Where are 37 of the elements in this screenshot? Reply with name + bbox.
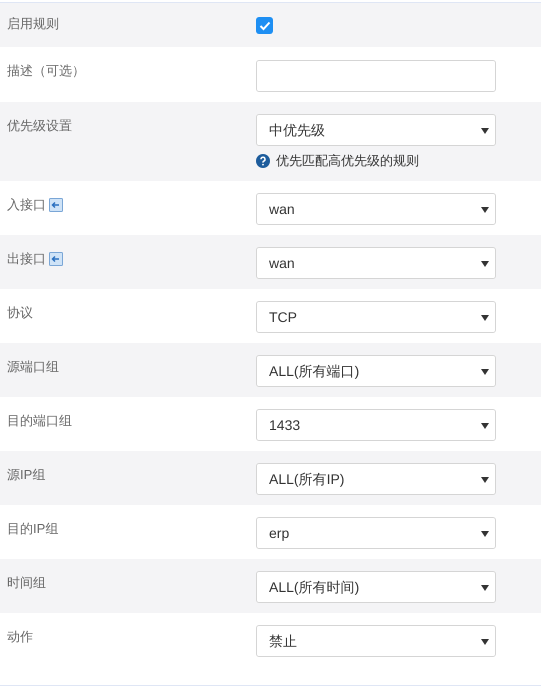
caret-icon: [481, 639, 489, 645]
dropdown[interactable]: erp: [256, 517, 496, 549]
field-label: 描述（可选）: [7, 62, 85, 80]
field-label: 源端口组: [7, 358, 59, 376]
help-icon: [256, 154, 270, 168]
dropdown[interactable]: wan: [256, 247, 496, 279]
field-label: 入接口: [7, 196, 46, 214]
dropdown[interactable]: ALL(所有IP): [256, 463, 496, 495]
field-label: 优先级设置: [7, 117, 72, 135]
field-label: 出接口: [7, 250, 46, 268]
field-label: 协议: [7, 304, 33, 322]
field-label: 目的端口组: [7, 412, 72, 430]
caret-icon: [481, 585, 489, 591]
text-input[interactable]: [256, 60, 496, 92]
caret-icon: [481, 315, 489, 321]
dropdown[interactable]: ALL(所有端口): [256, 355, 496, 387]
caret-icon: [481, 531, 489, 537]
field-label: 源IP组: [7, 466, 46, 484]
dropdown[interactable]: 1433: [256, 409, 496, 441]
dropdown[interactable]: wan: [256, 193, 496, 225]
dropdown[interactable]: 禁止: [256, 625, 496, 657]
caret-icon: [481, 477, 489, 483]
caret-icon: [481, 369, 489, 375]
caret-icon: [481, 207, 489, 213]
caret-icon: [481, 261, 489, 267]
field-label: 目的IP组: [7, 520, 58, 538]
caret-icon: [481, 128, 489, 134]
dropdown[interactable]: TCP: [256, 301, 496, 333]
check-icon: [258, 20, 270, 30]
caret-icon: [481, 423, 489, 429]
field-label: 启用规则: [7, 15, 59, 33]
field-label: 动作: [7, 628, 33, 646]
dropdown[interactable]: ALL(所有时间): [256, 571, 496, 603]
checkbox[interactable]: [256, 17, 273, 34]
field-label: 时间组: [7, 574, 46, 592]
hint-text: 优先匹配高优先级的规则: [276, 152, 419, 170]
dropdown[interactable]: 中优先级: [256, 114, 496, 146]
